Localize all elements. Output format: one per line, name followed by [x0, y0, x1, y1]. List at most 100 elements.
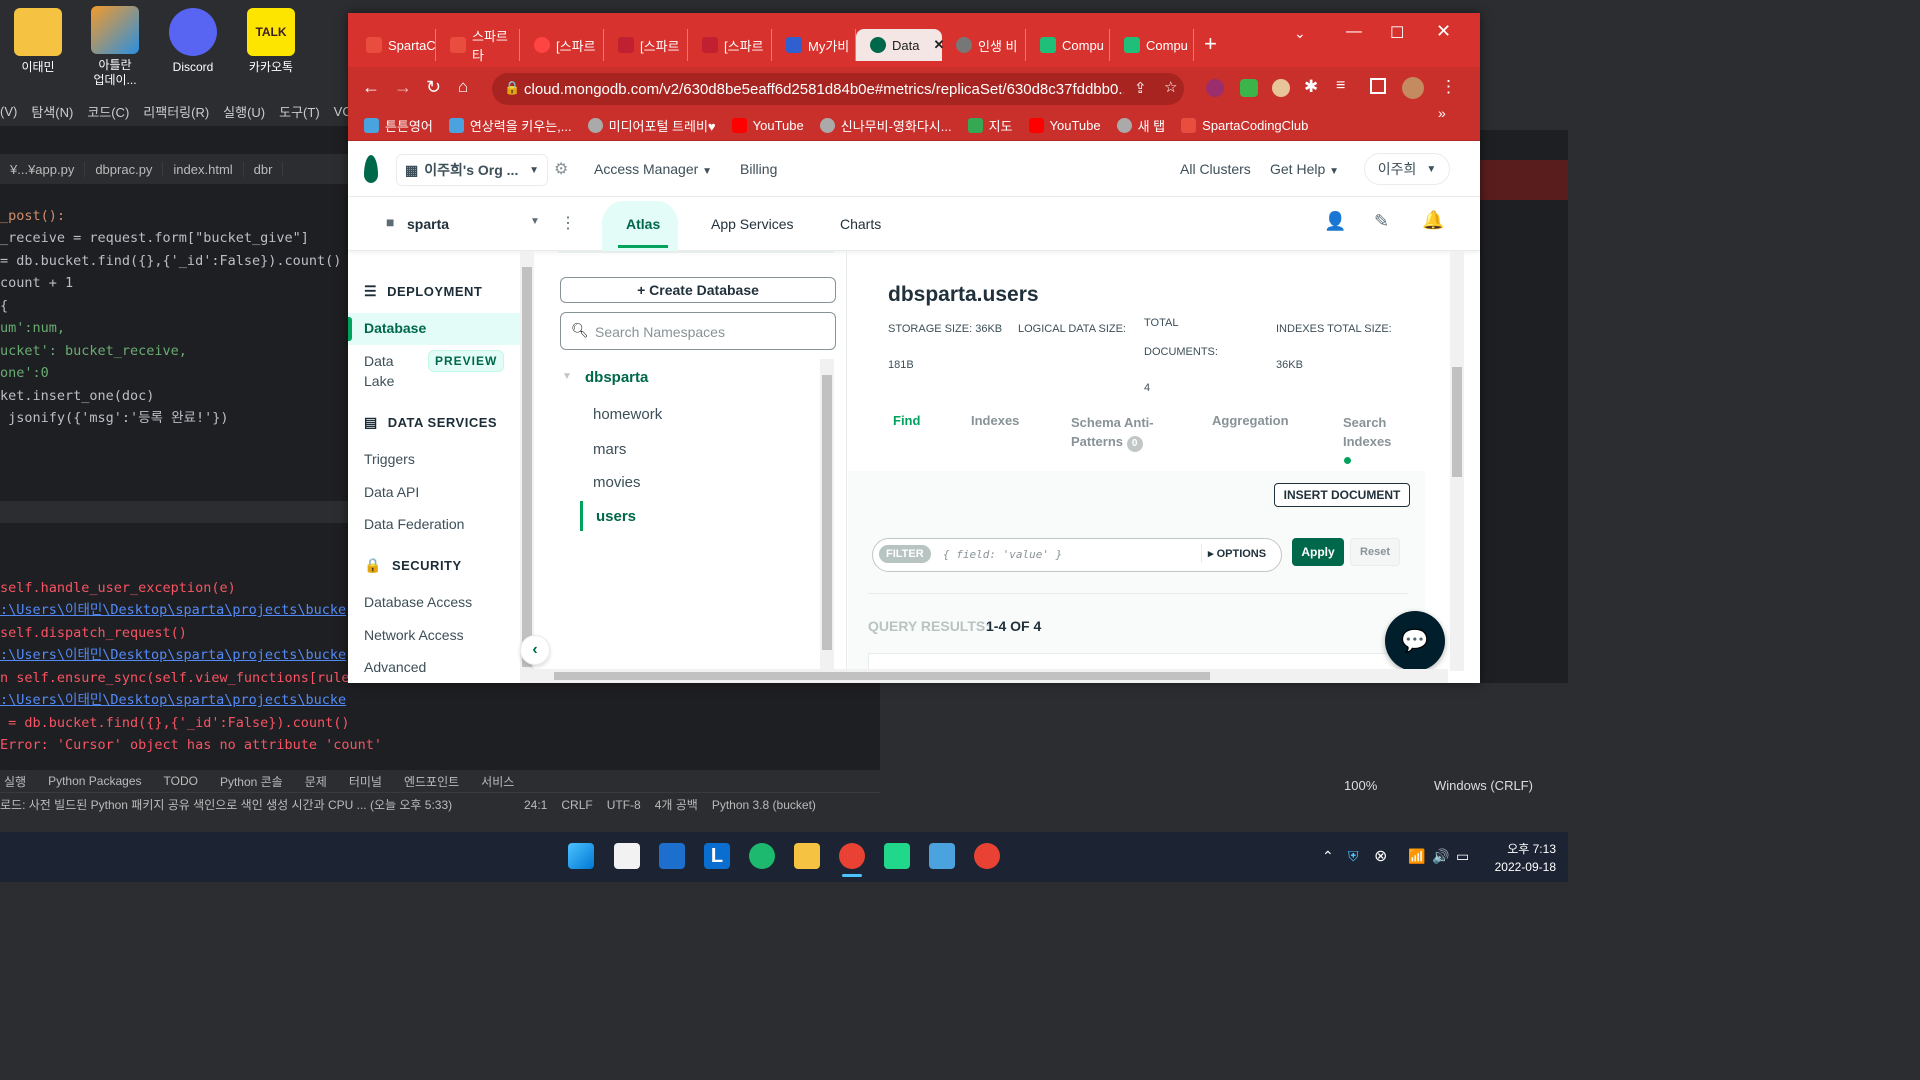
project-more-icon[interactable]: ⋮: [560, 213, 576, 233]
menu-item[interactable]: (V): [0, 104, 17, 119]
tool-window-services[interactable]: 서비스: [481, 773, 514, 790]
reload-icon[interactable]: ↻: [426, 77, 441, 98]
tab-atlas[interactable]: Atlas: [626, 216, 660, 232]
editor-tab[interactable]: dbr: [244, 161, 284, 177]
tool-window-terminal[interactable]: 터미널: [349, 773, 382, 790]
database-name[interactable]: dbsparta: [585, 369, 648, 386]
menu-item[interactable]: 코드(C): [87, 102, 129, 121]
desktop-icon-kakaotalk[interactable]: TALK 카카오톡: [236, 8, 306, 75]
clock[interactable]: 오후 7:13 2022-09-18: [1486, 840, 1556, 876]
tab-aggregation[interactable]: Aggregation: [1212, 413, 1289, 428]
browser-tab[interactable]: [스파르: [688, 29, 772, 61]
start-windows-icon[interactable]: [568, 843, 594, 869]
sidebar-scrollbar[interactable]: [520, 251, 534, 683]
status-line-ending[interactable]: CRLF: [561, 798, 592, 812]
security-shield-icon[interactable]: ⛨: [1348, 848, 1359, 865]
media-queue-icon[interactable]: ≡: [1336, 77, 1345, 95]
browser-tab[interactable]: [스파르: [520, 29, 604, 61]
browser-tab[interactable]: Compu: [1110, 29, 1194, 61]
zoom-level[interactable]: 100%: [1344, 778, 1377, 793]
pycharm-icon[interactable]: [884, 843, 910, 869]
menu-item[interactable]: 도구(T): [279, 102, 320, 121]
run-line-link[interactable]: :\Users\이태민\Desktop\sparta\projects\buck…: [0, 689, 880, 712]
sidebar-item-network-access[interactable]: Network Access: [364, 627, 464, 643]
access-manager-menu[interactable]: Access Manager ▼: [594, 161, 712, 177]
user-menu[interactable]: 이주희 ▼: [1364, 153, 1450, 185]
project-selector[interactable]: sparta: [407, 216, 449, 232]
store-icon[interactable]: [614, 843, 640, 869]
status-caret[interactable]: 24:1: [524, 798, 547, 812]
bookmark[interactable]: 튼튼영어: [364, 116, 433, 135]
more-bookmarks-icon[interactable]: »: [1438, 105, 1446, 121]
extension-shield-icon[interactable]: [1240, 79, 1258, 97]
extension-face-icon[interactable]: [1272, 79, 1290, 97]
file-explorer-icon[interactable]: [794, 843, 820, 869]
browser-tab[interactable]: 스파르타: [436, 29, 520, 63]
volume-icon[interactable]: 🔊: [1432, 848, 1449, 865]
tool-window-endpoints[interactable]: 엔드포인트: [404, 773, 459, 790]
sidebar-item-triggers[interactable]: Triggers: [364, 451, 415, 467]
bookmark-star-icon[interactable]: ☆: [1164, 78, 1177, 96]
address-bar[interactable]: 🔒 cloud.mongodb.com/v2/630d8be5eaff6d258…: [492, 73, 1184, 105]
sidebar-item-database-access[interactable]: Database Access: [364, 594, 472, 610]
code-editor[interactable]: _post(): _receive = request.form["bucket_…: [0, 182, 348, 475]
options-toggle[interactable]: ▸ OPTIONS: [1201, 544, 1272, 563]
org-settings-gear-icon[interactable]: ⚙: [554, 159, 568, 179]
desktop-icon-user-folder[interactable]: 이태민: [3, 8, 73, 75]
collection-movies[interactable]: movies: [593, 474, 641, 491]
extensions-puzzle-icon[interactable]: ✱: [1304, 77, 1318, 97]
search-namespaces-field[interactable]: 🔍︎ Search Namespaces: [560, 312, 836, 350]
tab-find[interactable]: Find: [893, 413, 920, 428]
side-panel-icon[interactable]: [1370, 78, 1386, 94]
tool-window-run[interactable]: 실행: [4, 773, 26, 790]
menu-item[interactable]: 리팩터링(R): [143, 102, 209, 121]
chrome-profile-icon[interactable]: [974, 843, 1000, 869]
billing-link[interactable]: Billing: [740, 161, 777, 177]
browser-menu-icon[interactable]: ⋮: [1440, 77, 1457, 97]
minimize-icon[interactable]: —: [1346, 23, 1362, 41]
bookmark[interactable]: 새 탭: [1116, 116, 1165, 135]
tab-indexes[interactable]: Indexes: [971, 413, 1019, 428]
invite-user-icon[interactable]: 👤: [1324, 211, 1346, 232]
mail-icon[interactable]: [659, 843, 685, 869]
menu-item[interactable]: 탐색(N): [31, 102, 73, 121]
bookmark[interactable]: YouTube: [1028, 118, 1101, 133]
all-clusters-link[interactable]: All Clusters: [1180, 161, 1251, 177]
chevron-down-icon[interactable]: ▼: [562, 371, 572, 382]
org-selector[interactable]: ▦ 이주희's Org ... ▼: [396, 154, 548, 186]
collection-users[interactable]: users: [596, 508, 636, 525]
status-indent[interactable]: 4개 공백: [655, 796, 698, 813]
chrome-icon[interactable]: [839, 843, 865, 869]
notifications-bell-icon[interactable]: 🔔: [1422, 210, 1444, 231]
tab-search-icon[interactable]: ⌄: [1294, 25, 1306, 42]
tool-window-problems[interactable]: 문제: [305, 773, 327, 790]
browser-tab[interactable]: 인생 비: [942, 29, 1026, 61]
new-tab-icon[interactable]: +: [1204, 31, 1217, 57]
editor-tab[interactable]: ¥...¥app.py: [0, 161, 86, 177]
maximize-icon[interactable]: ☐: [1390, 23, 1404, 43]
tool-window-todo[interactable]: TODO: [164, 774, 198, 788]
bookmark[interactable]: YouTube: [731, 118, 804, 133]
browser-tab[interactable]: Compu: [1026, 29, 1110, 61]
battery-icon[interactable]: ▭: [1456, 848, 1469, 865]
desktop-icon-discord[interactable]: Discord: [158, 8, 228, 75]
close-icon[interactable]: ✕: [1436, 21, 1451, 42]
back-icon[interactable]: ←: [362, 77, 380, 98]
tab-app-services[interactable]: App Services: [711, 216, 793, 232]
line-ending[interactable]: Windows (CRLF): [1434, 778, 1533, 793]
tool-window-python-console[interactable]: Python 콘솔: [220, 773, 283, 790]
browser-tab[interactable]: SpartaC: [352, 29, 436, 61]
tray-close-circle-icon[interactable]: ⊗: [1374, 846, 1387, 866]
tray-overflow-chevron-icon[interactable]: ⌃: [1322, 848, 1334, 865]
chat-support-icon[interactable]: 💬: [1385, 611, 1445, 671]
collection-homework[interactable]: homework: [593, 406, 662, 423]
status-interpreter[interactable]: Python 3.8 (bucket): [712, 798, 816, 812]
mongodb-leaf-icon[interactable]: [364, 155, 378, 183]
main-scrollbar[interactable]: [1450, 251, 1464, 671]
tab-search-indexes[interactable]: Search Indexes: [1343, 413, 1391, 451]
collection-mars[interactable]: mars: [593, 441, 626, 458]
extension-icon[interactable]: [1206, 79, 1224, 97]
editor-tab[interactable]: index.html: [163, 161, 244, 177]
wifi-icon[interactable]: 📶: [1408, 848, 1425, 865]
tool-window-python-packages[interactable]: Python Packages: [48, 774, 141, 788]
